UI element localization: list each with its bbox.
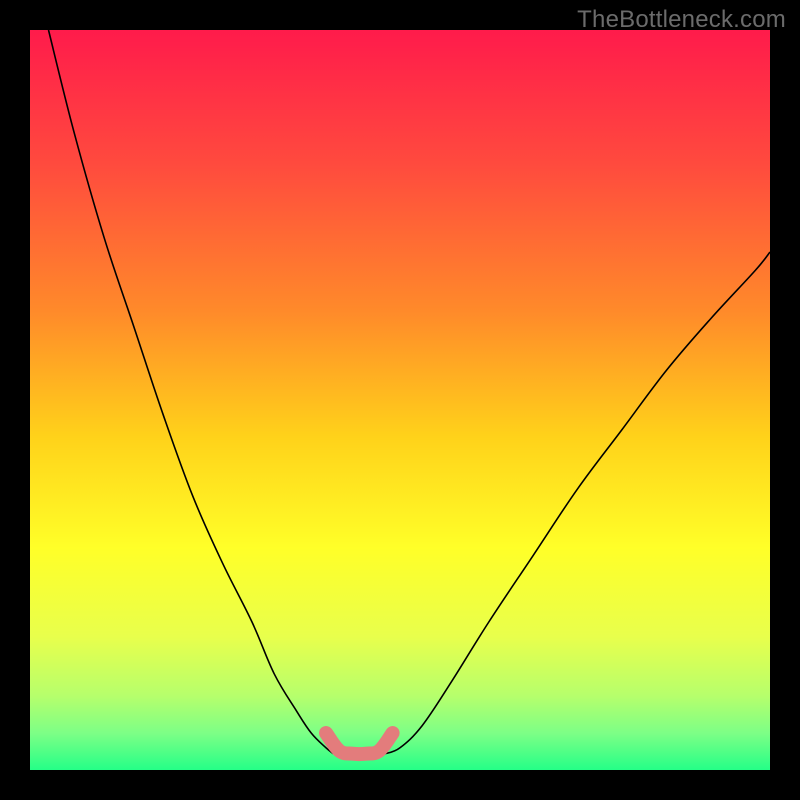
plot-background [30,30,770,770]
chart-stage: TheBottleneck.com [0,0,800,800]
bottleneck-chart [0,0,800,800]
watermark-text: TheBottleneck.com [577,6,786,34]
